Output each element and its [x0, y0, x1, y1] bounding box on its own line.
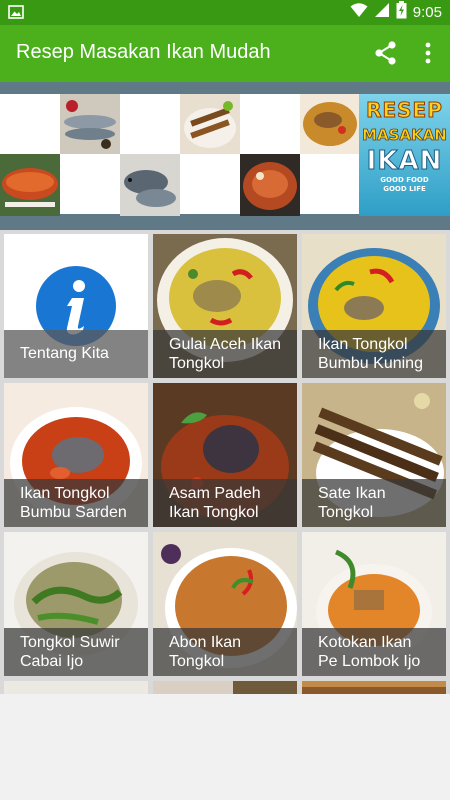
menu-card-label: Ikan Tongkol Bumbu Kuning [302, 330, 446, 378]
signal-icon [374, 2, 390, 23]
banner-curry-photo [300, 94, 360, 154]
menu-card-label: Ikan Tongkol Bumbu Sarden [4, 479, 148, 527]
empty-area [0, 694, 450, 800]
menu-card-bumbu-kuning[interactable]: Ikan Tongkol Bumbu Kuning [302, 234, 446, 378]
menu-card-label: Tentang Kita [4, 330, 148, 378]
banner-tile [120, 94, 180, 154]
header-banner: RESEP MASAKAN IKAN GOOD FOOD GOOD LIFE [0, 82, 450, 230]
banner-tile [180, 154, 240, 214]
menu-card-tongkol-suwir[interactable]: Tongkol Suwir Cabai Ijo [4, 532, 148, 676]
brand-line-masakan: MASAKAN [362, 126, 448, 145]
brand-line-resep: RESEP [366, 98, 443, 123]
menu-card-label: Gulai Aceh Ikan Tongkol [153, 330, 297, 378]
share-icon [375, 41, 396, 65]
status-bar: 9:05 [0, 0, 450, 25]
image-notification-icon [8, 4, 24, 20]
banner-tile [240, 94, 300, 154]
menu-card-label: Tongkol Suwir Cabai Ijo [4, 628, 148, 676]
banner-tile [300, 154, 360, 214]
partial-food-photo [4, 681, 148, 694]
menu-card-sate-ikan[interactable]: Sate Ikan Tongkol [302, 383, 446, 527]
app-screen: 9:05 Resep Masakan Ikan Mudah RESEP MASA… [0, 0, 450, 800]
partial-food-photo [153, 681, 297, 694]
app-bar: Resep Masakan Ikan Mudah [0, 25, 450, 82]
more-vert-icon [425, 42, 431, 64]
menu-card-label: Asam Padeh Ikan Tongkol [153, 479, 297, 527]
menu-card-gulai-aceh[interactable]: Gulai Aceh Ikan Tongkol [153, 234, 297, 378]
brand-tagline-2: GOOD LIFE [383, 185, 426, 193]
menu-card-partial[interactable] [153, 681, 297, 694]
banner-sate-photo [180, 94, 240, 154]
status-icons: 9:05 [350, 0, 442, 25]
banner-grilled-fish-photo [0, 154, 60, 216]
app-title: Resep Masakan Ikan Mudah [16, 41, 271, 63]
battery-charging-icon [396, 1, 407, 24]
menu-card-tentang-kita[interactable]: Tentang Kita [4, 234, 148, 378]
banner-fish-photo [60, 94, 120, 154]
menu-card-label: Sate Ikan Tongkol [302, 479, 446, 527]
menu-card-label: Abon Ikan Tongkol [153, 628, 297, 676]
status-time: 9:05 [412, 4, 442, 21]
partial-food-photo [302, 681, 446, 694]
banner-raw-fish-photo [120, 154, 180, 216]
banner-photo-collage [0, 94, 360, 216]
menu-card-kotokan-ikan[interactable]: Kotokan Ikan Pe Lombok Ijo [302, 532, 446, 676]
banner-tile [60, 154, 120, 214]
menu-card-partial[interactable] [302, 681, 446, 694]
menu-card-abon-ikan[interactable]: Abon Ikan Tongkol [153, 532, 297, 676]
share-button[interactable] [372, 39, 400, 67]
wifi-icon [350, 2, 368, 23]
brand-tagline-1: GOOD FOOD [380, 176, 429, 184]
banner-soup-photo [240, 154, 300, 216]
menu-card-partial[interactable] [4, 681, 148, 694]
banner-tile [0, 94, 60, 154]
more-options-button[interactable] [416, 39, 440, 67]
recipe-grid: Tentang Kita Gulai Aceh Ikan Tongkol Ika… [0, 230, 450, 694]
brand-line-ikan: IKAN [366, 146, 443, 177]
brand-logo: RESEP MASAKAN IKAN GOOD FOOD GOOD LIFE [359, 94, 450, 216]
menu-card-label: Kotokan Ikan Pe Lombok Ijo [302, 628, 446, 676]
menu-card-asam-padeh[interactable]: Asam Padeh Ikan Tongkol [153, 383, 297, 527]
menu-card-bumbu-sarden[interactable]: Ikan Tongkol Bumbu Sarden [4, 383, 148, 527]
